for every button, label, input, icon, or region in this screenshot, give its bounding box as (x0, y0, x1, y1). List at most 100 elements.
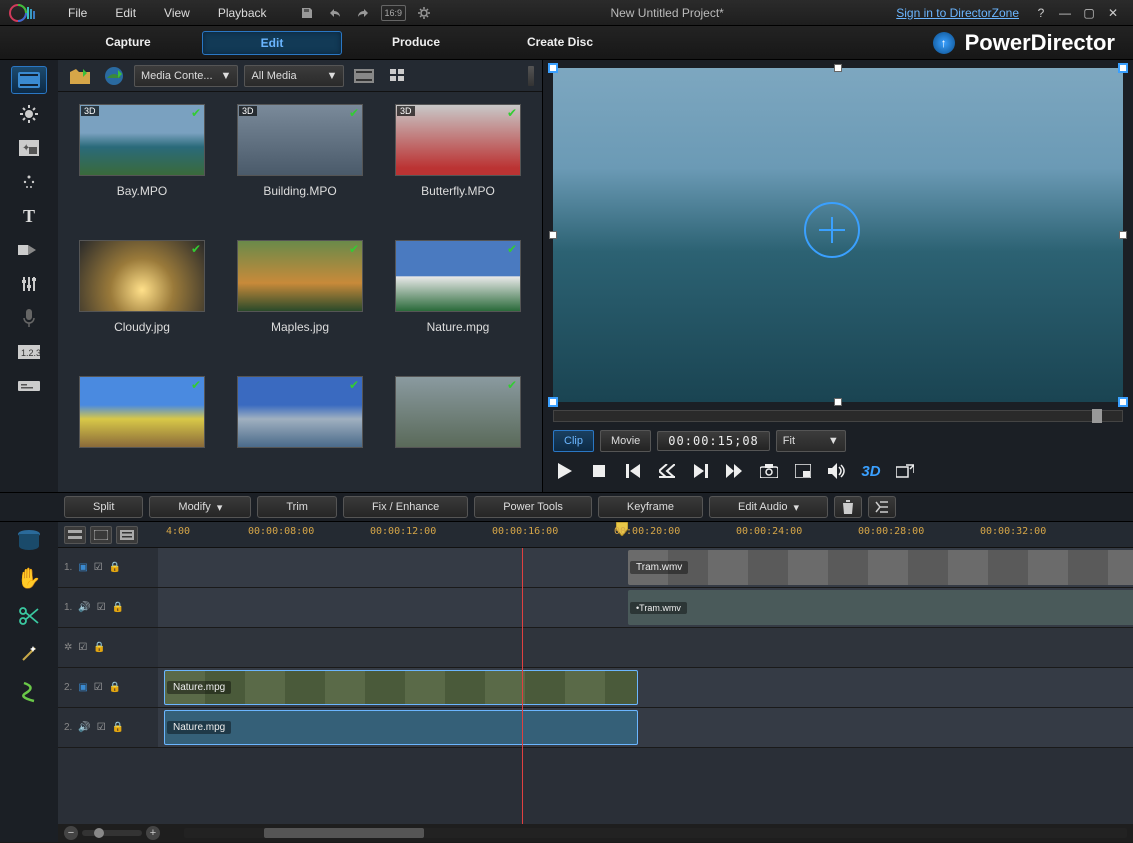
tab-capture[interactable]: Capture (58, 31, 198, 55)
zoom-slider[interactable] (82, 830, 142, 836)
track-view-2-icon[interactable] (90, 526, 112, 544)
visibility-icon[interactable]: ☑ (94, 682, 103, 693)
curve-tool-icon[interactable] (14, 678, 44, 706)
trim-button[interactable]: Trim (257, 496, 337, 518)
upload-icon[interactable]: ↑ (933, 32, 955, 54)
track-view-3-icon[interactable] (116, 526, 138, 544)
preview-seekbar[interactable] (553, 410, 1123, 422)
media-thumbnail[interactable]: 3D✔Building.MPO (228, 104, 372, 222)
scissors-icon[interactable] (14, 602, 44, 630)
visibility-icon[interactable]: ☑ (94, 562, 103, 573)
zoom-in-icon[interactable]: + (146, 826, 160, 840)
settings-icon[interactable] (414, 5, 434, 21)
subtitle-room-icon[interactable] (11, 372, 47, 400)
lock-icon[interactable]: 🔒 (93, 642, 105, 653)
clip-tram-audio[interactable]: •Tram.wmv (628, 590, 1133, 625)
tab-create-disc[interactable]: Create Disc (490, 31, 630, 55)
menu-file[interactable]: File (54, 6, 101, 20)
maximize-icon[interactable]: ▢ (1080, 5, 1098, 21)
redo-icon[interactable] (353, 5, 373, 21)
movie-mode-button[interactable]: Movie (600, 430, 651, 452)
filter-dropdown[interactable]: All Media▼ (244, 65, 344, 87)
visibility-icon[interactable]: ☑ (97, 722, 106, 733)
undo-icon[interactable] (325, 5, 345, 21)
more-options-icon[interactable] (868, 496, 896, 518)
zoom-out-icon[interactable]: − (64, 826, 78, 840)
tab-edit[interactable]: Edit (202, 31, 342, 55)
3d-button[interactable]: 3D (859, 460, 883, 482)
menu-edit[interactable]: Edit (101, 6, 150, 20)
menu-view[interactable]: View (150, 6, 204, 20)
media-thumbnail[interactable]: 3D✔Bay.MPO (70, 104, 214, 222)
signin-link[interactable]: Sign in to DirectorZone (896, 6, 1019, 20)
trashcan-3d-icon[interactable] (14, 526, 44, 554)
step-back-icon[interactable] (655, 460, 679, 482)
title-room-icon[interactable]: T (11, 202, 47, 230)
power-tools-button[interactable]: Power Tools (474, 496, 592, 518)
import-media-icon[interactable] (66, 64, 94, 88)
fast-forward-icon[interactable] (723, 460, 747, 482)
minimize-icon[interactable]: — (1056, 5, 1074, 21)
volume-icon[interactable] (825, 460, 849, 482)
menu-playback[interactable]: Playback (204, 6, 281, 20)
timeline-ruler[interactable]: 4:0000:00:08:0000:00:12:0000:00:16:0000:… (158, 522, 1133, 547)
lock-icon[interactable]: 🔒 (112, 602, 124, 613)
magic-wand-icon[interactable] (14, 640, 44, 668)
timecode-display[interactable]: 00:00:15;08 (657, 431, 769, 451)
visibility-icon[interactable]: ☑ (97, 602, 106, 613)
aspect-ratio-button[interactable]: 16:9 (381, 5, 407, 21)
chapter-room-icon[interactable]: 1.2.3 (11, 338, 47, 366)
track-view-1-icon[interactable] (64, 526, 86, 544)
pip-room-icon[interactable]: ✦ (11, 134, 47, 162)
close-icon[interactable]: ✕ (1104, 5, 1122, 21)
folder-dropdown[interactable]: Media Conte...▼ (134, 65, 238, 87)
lock-icon[interactable]: 🔒 (109, 562, 121, 573)
help-icon[interactable]: ? (1032, 5, 1050, 21)
crosshair-icon[interactable] (804, 202, 860, 258)
effect-room-icon[interactable] (11, 100, 47, 128)
next-frame-icon[interactable] (689, 460, 713, 482)
stop-icon[interactable] (587, 460, 611, 482)
voiceover-room-icon[interactable] (11, 304, 47, 332)
timeline-scrollbar[interactable] (184, 828, 1127, 838)
media-thumbnail[interactable]: 3D✔Butterfly.MPO (386, 104, 530, 222)
zoom-fit-dropdown[interactable]: Fit▼ (776, 430, 846, 452)
save-icon[interactable] (297, 5, 317, 21)
library-splitter[interactable] (528, 66, 534, 86)
particle-room-icon[interactable] (11, 168, 47, 196)
view-mode-icon[interactable] (384, 64, 412, 88)
lock-icon[interactable]: 🔒 (109, 682, 121, 693)
visibility-icon[interactable]: ☑ (78, 642, 87, 653)
clip-tram-video[interactable]: Tram.wmv (628, 550, 1133, 585)
media-thumbnail[interactable]: ✔Nature.mpg (386, 240, 530, 358)
edit-audio-button[interactable]: Edit Audio▾ (709, 496, 828, 518)
media-thumbnail[interactable]: ✔Maples.jpg (228, 240, 372, 358)
snapshot-icon[interactable] (757, 460, 781, 482)
play-icon[interactable] (553, 460, 577, 482)
media-thumbnail[interactable]: ✔ (70, 376, 214, 480)
trash-icon[interactable] (834, 496, 862, 518)
library-menu-icon[interactable] (350, 64, 378, 88)
media-thumbnail[interactable]: ✔ (386, 376, 530, 480)
keyframe-button[interactable]: Keyframe (598, 496, 703, 518)
fix-enhance-button[interactable]: Fix / Enhance (343, 496, 468, 518)
hand-tool-icon[interactable]: ✋ (14, 564, 44, 592)
clip-nature-video[interactable]: Nature.mpg (164, 670, 638, 705)
preview-quality-icon[interactable] (893, 460, 917, 482)
clip-mode-button[interactable]: Clip (553, 430, 594, 452)
media-thumbnail[interactable]: ✔ (228, 376, 372, 480)
split-button[interactable]: Split (64, 496, 143, 518)
media-thumbnail[interactable]: ✔Cloudy.jpg (70, 240, 214, 358)
dock-preview-icon[interactable] (791, 460, 815, 482)
modify-button[interactable]: Modify▾ (149, 496, 251, 518)
transition-room-icon[interactable] (11, 236, 47, 264)
playhead-line[interactable] (522, 548, 523, 824)
lock-icon[interactable]: 🔒 (112, 722, 124, 733)
download-media-icon[interactable] (100, 64, 128, 88)
mixing-room-icon[interactable] (11, 270, 47, 298)
clip-nature-audio[interactable]: Nature.mpg (164, 710, 638, 745)
prev-frame-icon[interactable] (621, 460, 645, 482)
tab-produce[interactable]: Produce (346, 31, 486, 55)
media-room-icon[interactable] (11, 66, 47, 94)
preview-canvas[interactable] (553, 68, 1123, 402)
